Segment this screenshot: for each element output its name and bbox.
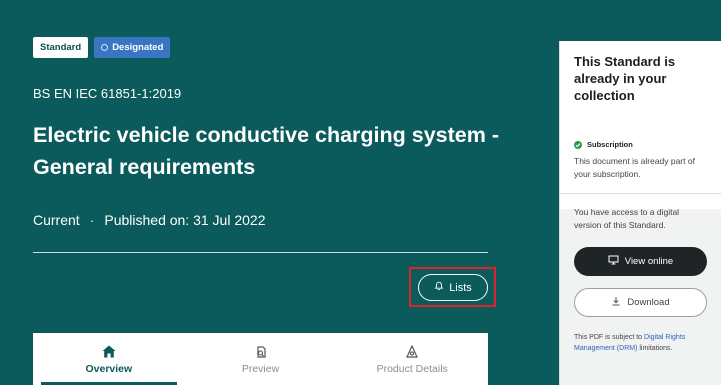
tab-product-details-label: Product Details bbox=[376, 362, 448, 375]
tab-overview-label: Overview bbox=[85, 362, 133, 375]
status-text: Current bbox=[33, 212, 80, 228]
view-online-label: View online bbox=[624, 256, 674, 267]
download-label: Download bbox=[627, 297, 670, 308]
drm-prefix: This PDF is subject to bbox=[574, 334, 645, 341]
subscription-label: Subscription bbox=[587, 140, 633, 149]
tab-preview[interactable]: Preview bbox=[185, 333, 337, 385]
subscription-note: This document is already part of your su… bbox=[574, 156, 695, 179]
preview-icon bbox=[254, 344, 268, 360]
tab-preview-label: Preview bbox=[241, 362, 280, 375]
status-separator: · bbox=[89, 212, 95, 228]
lists-label: Lists bbox=[449, 281, 472, 294]
designated-label: Designated bbox=[112, 42, 164, 53]
sidebar-heading: This Standard is already in your collect… bbox=[574, 54, 676, 103]
published-date: Published on: 31 Jul 2022 bbox=[104, 212, 266, 228]
lists-button[interactable]: Lists bbox=[418, 274, 488, 301]
lists-icon bbox=[434, 281, 444, 294]
drm-note: This PDF is subject to Digital Rights Ma… bbox=[560, 332, 721, 354]
check-icon bbox=[574, 140, 582, 149]
view-online-button[interactable]: View online bbox=[574, 247, 707, 276]
standard-code: BS EN IEC 61851-1:2019 bbox=[33, 86, 182, 101]
designated-badge: Designated bbox=[94, 37, 171, 58]
drm-suffix: limitations. bbox=[637, 345, 673, 352]
home-icon bbox=[102, 344, 116, 360]
details-icon bbox=[405, 344, 419, 360]
tab-bar: Overview Preview Product Details bbox=[33, 333, 488, 385]
subscription-row: Subscription bbox=[560, 140, 721, 149]
sidebar-divider bbox=[560, 193, 721, 194]
download-icon bbox=[611, 296, 621, 309]
tab-product-details[interactable]: Product Details bbox=[336, 333, 488, 385]
hero-divider bbox=[33, 252, 488, 253]
standard-badge: Standard bbox=[33, 37, 89, 58]
monitor-icon bbox=[608, 255, 619, 268]
download-button[interactable]: Download bbox=[574, 288, 707, 317]
page-title: Electric vehicle conductive charging sys… bbox=[33, 123, 500, 179]
collection-sidebar: This Standard is already in your collect… bbox=[559, 41, 721, 385]
badge-row: Standard Designated bbox=[33, 37, 171, 58]
tab-overview[interactable]: Overview bbox=[33, 333, 185, 385]
access-note: You have access to a digital version of … bbox=[574, 207, 680, 230]
designated-icon bbox=[101, 44, 109, 51]
status-line: Current · Published on: 31 Jul 2022 bbox=[33, 212, 265, 228]
